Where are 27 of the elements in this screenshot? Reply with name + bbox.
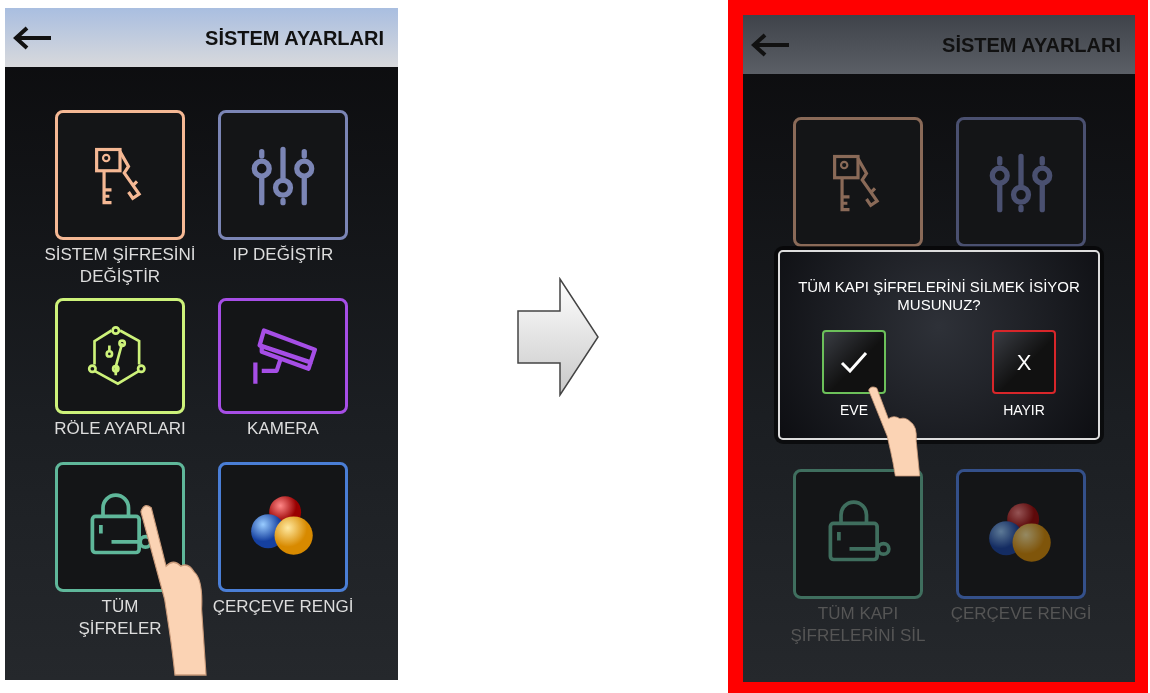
- menu-tile[interactable]: [55, 110, 185, 240]
- tile-label: KAMERA: [247, 418, 319, 440]
- dialog-message: TÜM KAPI ŞİFRELERİNİ SİLMEK İSİYOR MUSUNUZ?: [797, 277, 1081, 314]
- confirm-button[interactable]: [822, 330, 886, 394]
- menu-tile[interactable]: [793, 117, 923, 247]
- menu-tile[interactable]: [55, 462, 185, 592]
- tile-label: DEĞİŞTİR: [78, 266, 162, 288]
- back-arrow-icon[interactable]: [13, 25, 53, 50]
- tile-label: IP DEĞİŞTİR: [232, 244, 334, 266]
- menu-tile[interactable]: [218, 110, 348, 240]
- tile-label: ÇERÇEVE RENGİ: [212, 596, 354, 618]
- cancel-button[interactable]: X: [992, 330, 1056, 394]
- menu-tile[interactable]: [956, 117, 1086, 247]
- checkmark-icon: [840, 351, 868, 373]
- menu-tile[interactable]: [218, 298, 348, 414]
- tile-label: RÖLE AYARLARI: [54, 418, 186, 440]
- right-arrow-icon: [516, 277, 600, 397]
- button-label: HAYIR: [1003, 401, 1045, 420]
- menu-tile[interactable]: [793, 469, 923, 599]
- menu-tile[interactable]: [218, 462, 348, 592]
- tile-label: SİSTEM ŞİFRESİNİ: [44, 244, 196, 266]
- tile-label: ŞİFRELER: [78, 618, 162, 640]
- screen-title: SİSTEM AYARLARI: [205, 25, 384, 51]
- button-label: EVE: [840, 401, 868, 420]
- menu-tile[interactable]: [956, 469, 1086, 599]
- tile-label: TÜM: [100, 596, 140, 618]
- screen-title: SİSTEM AYARLARI: [942, 32, 1121, 58]
